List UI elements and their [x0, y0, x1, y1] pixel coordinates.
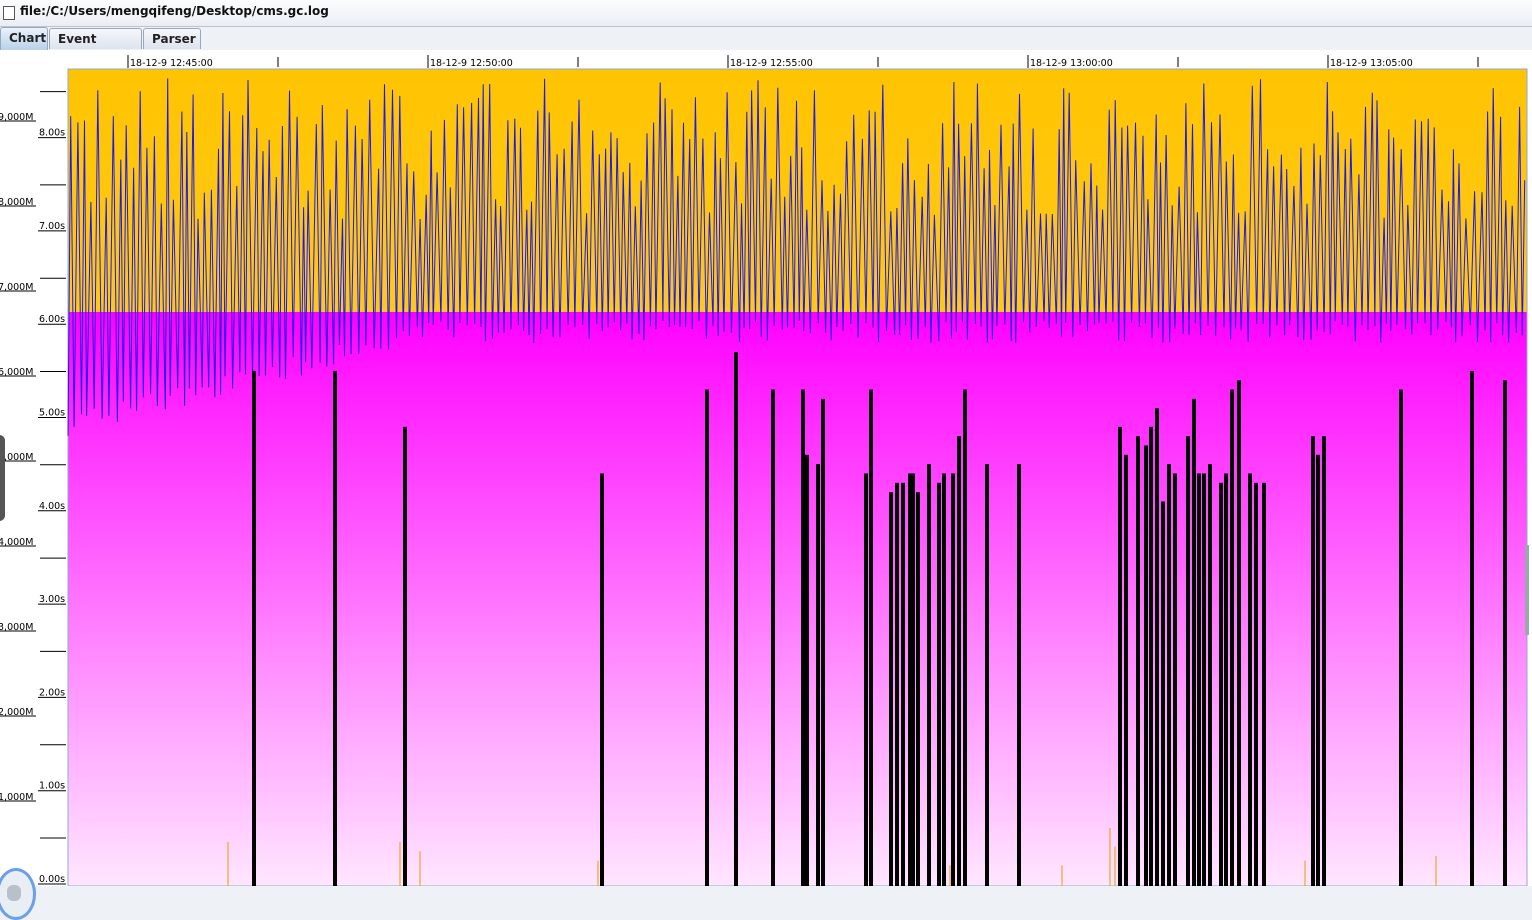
- pause-bar: [963, 389, 967, 886]
- tab-event-details[interactable]: Event details: [49, 28, 142, 66]
- pause-bar: [1224, 473, 1228, 886]
- y-pause-tick-label: 0.00s: [39, 874, 65, 885]
- gc-chart-panel[interactable]: 18-12-9 12:45:00 18-12-9 12:50:00 18-12-9 …: [0, 50, 1532, 920]
- pause-bar: [1237, 380, 1241, 886]
- pause-bar: [1136, 436, 1140, 886]
- pause-bar: [771, 389, 775, 886]
- pause-bar: [1167, 464, 1171, 886]
- pause-bar: [864, 473, 868, 886]
- pause-bar: [816, 464, 820, 886]
- pause-bar: [1322, 436, 1326, 886]
- pause-bar: [1202, 473, 1206, 886]
- pause-bar: [734, 352, 738, 886]
- y-pause-tick-label: 3.00s: [39, 594, 65, 605]
- pause-bar: [1186, 436, 1190, 886]
- x-tick-label: 18-12-9 13:00:00: [1030, 58, 1113, 69]
- pause-bar: [1149, 426, 1153, 886]
- y-pause-tick-label: 7.00s: [39, 221, 65, 232]
- pause-bar: [911, 473, 915, 886]
- young-area: [68, 312, 1527, 886]
- x-tick-label: 18-12-9 12:55:00: [730, 58, 813, 69]
- pause-bar: [869, 389, 873, 886]
- y-pause-tick-label: 1.00s: [39, 781, 65, 792]
- pause-bar: [1124, 454, 1128, 886]
- y-pause-tick-label: 6.00s: [39, 314, 65, 325]
- x-tick-label: 18-12-9 12:50:00: [430, 58, 513, 69]
- pause-bar: [1144, 445, 1148, 886]
- pause-bar: [1017, 464, 1021, 886]
- pause-bar: [1503, 380, 1507, 886]
- tab-parser[interactable]: Parser: [143, 28, 201, 49]
- pause-bar: [1161, 501, 1165, 886]
- pause-bar: [252, 370, 256, 886]
- pause-bar: [916, 492, 920, 886]
- assistant-robot-icon[interactable]: [0, 868, 36, 920]
- pause-bar: [937, 482, 941, 886]
- pause-bar: [951, 473, 955, 886]
- y-pause-tick-label: 5.00s: [39, 408, 65, 419]
- pause-bar: [801, 389, 805, 886]
- y-pause-tick-label: 8.00s: [39, 128, 65, 139]
- y-pause-tick-label: 2.00s: [39, 687, 65, 698]
- pause-bar: [1118, 426, 1122, 886]
- pause-bar: [1470, 370, 1474, 886]
- y-pause-tick-label: 4.00s: [39, 501, 65, 512]
- pause-bar: [403, 426, 407, 886]
- pause-bar: [889, 492, 893, 886]
- pause-bar: [1208, 464, 1212, 886]
- window-title: file:/C:/Users/mengqifeng/Desktop/cms.gc…: [20, 4, 329, 18]
- pause-bar: [1173, 473, 1177, 886]
- pause-bar: [1192, 398, 1196, 886]
- pause-bar: [333, 370, 337, 886]
- pause-bar: [1311, 436, 1315, 886]
- gc-chart[interactable]: 18-12-9 12:45:00 18-12-9 12:50:00 18-12-9 …: [0, 50, 1532, 886]
- pause-bar: [705, 389, 709, 886]
- pause-bar: [957, 436, 961, 886]
- pause-bar: [1316, 454, 1320, 886]
- side-drag-handle[interactable]: [0, 435, 5, 521]
- pause-bar: [600, 473, 604, 886]
- pause-bar: [985, 464, 989, 886]
- pause-bar: [805, 454, 809, 886]
- pause-bar: [895, 482, 899, 886]
- pause-bar: [942, 473, 946, 886]
- window-title-bar: file:/C:/Users/mengqifeng/Desktop/cms.gc…: [0, 0, 1532, 27]
- pause-bar: [1248, 473, 1252, 886]
- pause-bar: [901, 482, 905, 886]
- document-icon: [3, 6, 15, 20]
- tab-chart[interactable]: Chart: [0, 27, 48, 50]
- pause-bar: [1219, 482, 1223, 886]
- pause-bar: [1155, 408, 1159, 886]
- pause-bar: [1262, 482, 1266, 886]
- pause-bar: [1230, 389, 1234, 886]
- pause-bar: [1254, 482, 1258, 886]
- pause-bar: [1399, 389, 1403, 886]
- pause-bar: [1197, 473, 1201, 886]
- x-tick-label: 18-12-9 12:45:00: [130, 58, 213, 69]
- pause-bar: [821, 398, 825, 886]
- x-tick-label: 18-12-9 13:05:00: [1330, 58, 1413, 69]
- pause-bar: [927, 464, 931, 886]
- scroll-indicator[interactable]: [1525, 545, 1529, 635]
- tab-bar: Chart Event details Parser: [0, 26, 1532, 66]
